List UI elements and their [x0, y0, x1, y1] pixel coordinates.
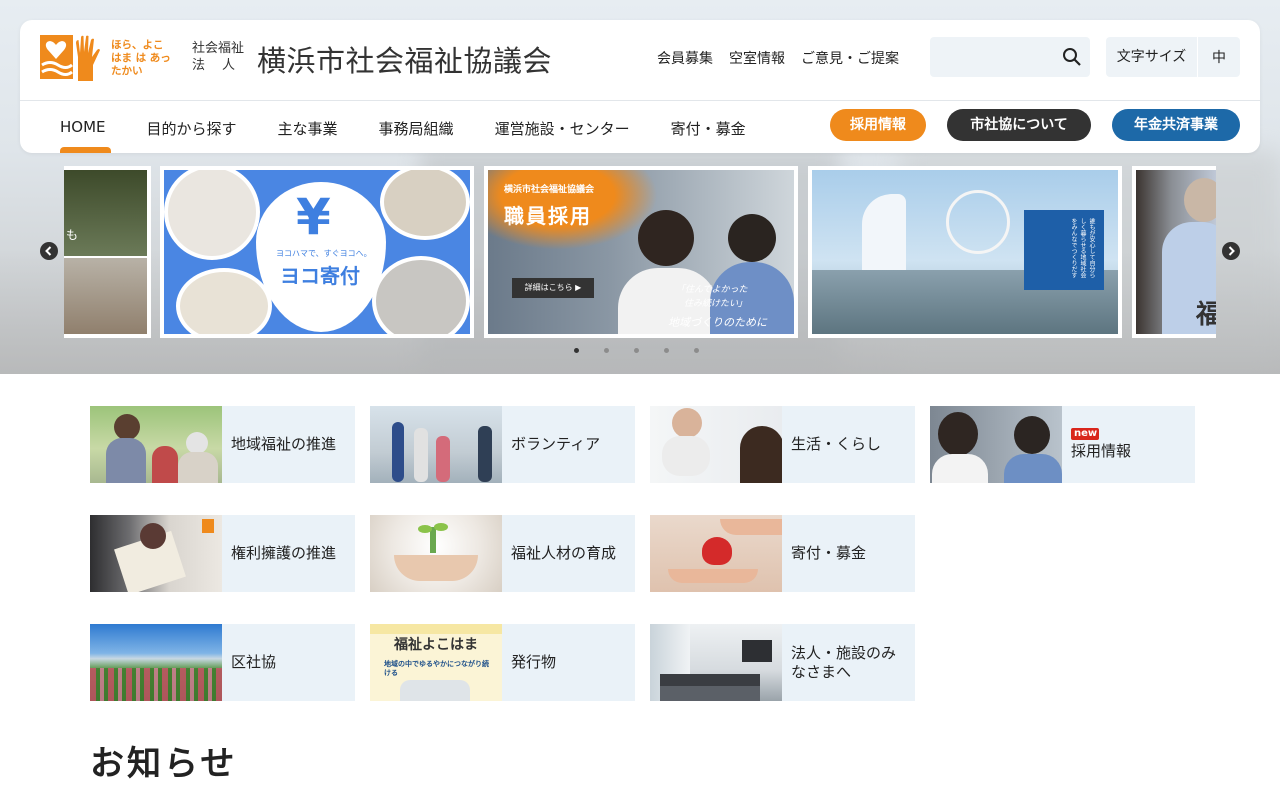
pension-button[interactable]: 年金共済事業 [1112, 109, 1240, 141]
category-thumb [370, 406, 502, 483]
carousel-prev-arrow-icon[interactable] [40, 242, 58, 260]
slide-1-text: も [66, 228, 79, 242]
search-input[interactable] [930, 37, 1052, 77]
carousel-slide-1[interactable]: も [64, 166, 151, 338]
org-type: 社会福祉 法人 [192, 40, 252, 74]
util-link-vacancy[interactable]: 空室情報 [729, 48, 785, 68]
logo-slogan: ほら、よこはま は あったかい [111, 39, 171, 77]
recruit-quote-2: 住み続けたい」 [684, 299, 748, 309]
category-corporations-facilities[interactable]: 法人・施設のみなさまへ [650, 624, 915, 701]
util-link-membership[interactable]: 会員募集 [657, 48, 713, 68]
utility-links: 会員募集 空室情報 ご意見・ご提案 [657, 48, 899, 68]
search-box [930, 37, 1090, 77]
nav-item-home[interactable]: HOME [60, 118, 111, 153]
category-rights-advocacy[interactable]: 権利擁護の推進 [90, 515, 355, 592]
carousel-next-arrow-icon[interactable] [1222, 242, 1240, 260]
category-label: 寄付・募金 [791, 544, 867, 562]
org-name[interactable]: 横浜市社会福祉協議会 [257, 38, 552, 80]
category-label: 法人・施設のみなさまへ [791, 643, 897, 681]
site-header: ほら、よこはま は あったかい 社会福祉 法人 横浜市社会福祉協議会 会員募集 … [20, 20, 1260, 153]
recruit-button[interactable]: 採用情報 [830, 109, 926, 141]
org-type-line1: 社会福祉 [192, 41, 245, 56]
recruit-title: 職員採用 [504, 204, 592, 228]
category-ward-councils[interactable]: 区社協 [90, 624, 355, 701]
font-size-control: 文字サイズ 中 [1106, 37, 1240, 77]
category-thumb [90, 515, 222, 592]
recruit-quote-3: 地域づくりのために [668, 316, 767, 329]
yen-symbol: ¥ [296, 188, 331, 246]
category-label: 区社協 [231, 653, 277, 671]
category-thumb [90, 406, 222, 483]
publication-thumb-sub: 地域の中でゆるやかにつながり続ける [384, 660, 489, 677]
category-label: 福祉人材の育成 [511, 544, 617, 562]
carousel-dot-3[interactable] [634, 348, 639, 353]
category-thumb [650, 406, 782, 483]
logo-heart-hand-icon[interactable] [40, 35, 102, 83]
new-badge: new [1071, 428, 1099, 440]
carousel-slide-4[interactable]: 誰もが安心して自分らしく暮らせる地域社会をみんなでつくりだす [808, 166, 1122, 338]
category-community-welfare[interactable]: 地域福祉の推進 [90, 406, 355, 483]
search-icon[interactable] [1062, 47, 1082, 67]
carousel-dot-2[interactable] [604, 348, 609, 353]
util-link-feedback[interactable]: ご意見・ご提案 [801, 48, 899, 68]
carousel-dots [574, 348, 699, 353]
nav-item-purpose[interactable]: 目的から探す [147, 118, 237, 139]
carousel-dot-1[interactable] [574, 348, 579, 353]
carousel-dot-5[interactable] [694, 348, 699, 353]
nav-item-facilities[interactable]: 運営施設・センター [495, 118, 630, 139]
category-thumb: 福祉よこはま 地域の中でゆるやかにつながり続ける [370, 624, 502, 701]
font-size-label: 文字サイズ [1106, 37, 1198, 77]
category-thumb [930, 406, 1062, 483]
category-label-text: 採用情報 [1071, 442, 1132, 460]
slide-vertical-text: 誰もが安心して自分らしく暮らせる地域社会をみんなでつくりだす [1070, 218, 1095, 278]
category-thumb [90, 624, 222, 701]
category-volunteer[interactable]: ボランティア [370, 406, 635, 483]
category-thumb [370, 515, 502, 592]
news-heading: お知らせ [90, 744, 238, 784]
carousel-slide-5[interactable]: 福 [1132, 166, 1216, 338]
hero-carousel: も ¥ ヨコハマで、すぐヨコへ。 ヨコ寄付 横浜市社会福祉協議会 職員採用 詳細… [64, 166, 1216, 338]
category-label: 権利擁護の推進 [231, 544, 337, 562]
about-button[interactable]: 市社協について [947, 109, 1091, 141]
category-label: 地域福祉の推進 [231, 435, 337, 453]
category-label: 生活・くらし [791, 435, 882, 453]
slide-5-text: 福 [1196, 294, 1216, 331]
font-size-toggle[interactable]: 中 [1198, 47, 1240, 67]
recruit-detail-button[interactable]: 詳細はこちら ▶ [512, 278, 594, 298]
category-thumb [650, 624, 782, 701]
category-donation[interactable]: 寄付・募金 [650, 515, 915, 592]
nav-item-donation[interactable]: 寄付・募金 [671, 118, 746, 139]
category-life[interactable]: 生活・くらし [650, 406, 915, 483]
carousel-slide-3[interactable]: 横浜市社会福祉協議会 職員採用 詳細はこちら ▶ 「住んでよかった 住み続けたい… [484, 166, 798, 338]
carousel-slide-2[interactable]: ¥ ヨコハマで、すぐヨコへ。 ヨコ寄付 [160, 166, 474, 338]
category-label: ボランティア [511, 435, 601, 453]
recruit-org: 横浜市社会福祉協議会 [504, 185, 595, 195]
category-recruit[interactable]: new 採用情報 [930, 406, 1195, 483]
yoko-kifu-title: ヨコ寄付 [280, 264, 360, 288]
publication-thumb-title: 福祉よこはま [394, 637, 478, 653]
yoko-kifu-caption: ヨコハマで、すぐヨコへ。 [276, 249, 372, 258]
category-human-resources[interactable]: 福祉人材の育成 [370, 515, 635, 592]
recruit-quote-1: 「住んでよかった [676, 285, 748, 295]
nav-item-organization[interactable]: 事務局組織 [379, 118, 454, 139]
category-label: 発行物 [511, 653, 557, 671]
category-publications[interactable]: 福祉よこはま 地域の中でゆるやかにつながり続ける 発行物 [370, 624, 635, 701]
category-thumb [650, 515, 782, 592]
carousel-dot-4[interactable] [664, 348, 669, 353]
nav-divider [20, 100, 1260, 101]
main-nav: HOME 目的から探す 主な事業 事務局組織 運営施設・センター 寄付・募金 [60, 118, 787, 153]
category-label: new 採用情報 [1062, 406, 1131, 483]
nav-item-projects[interactable]: 主な事業 [278, 118, 338, 139]
org-type-line2: 法人 [192, 58, 253, 73]
